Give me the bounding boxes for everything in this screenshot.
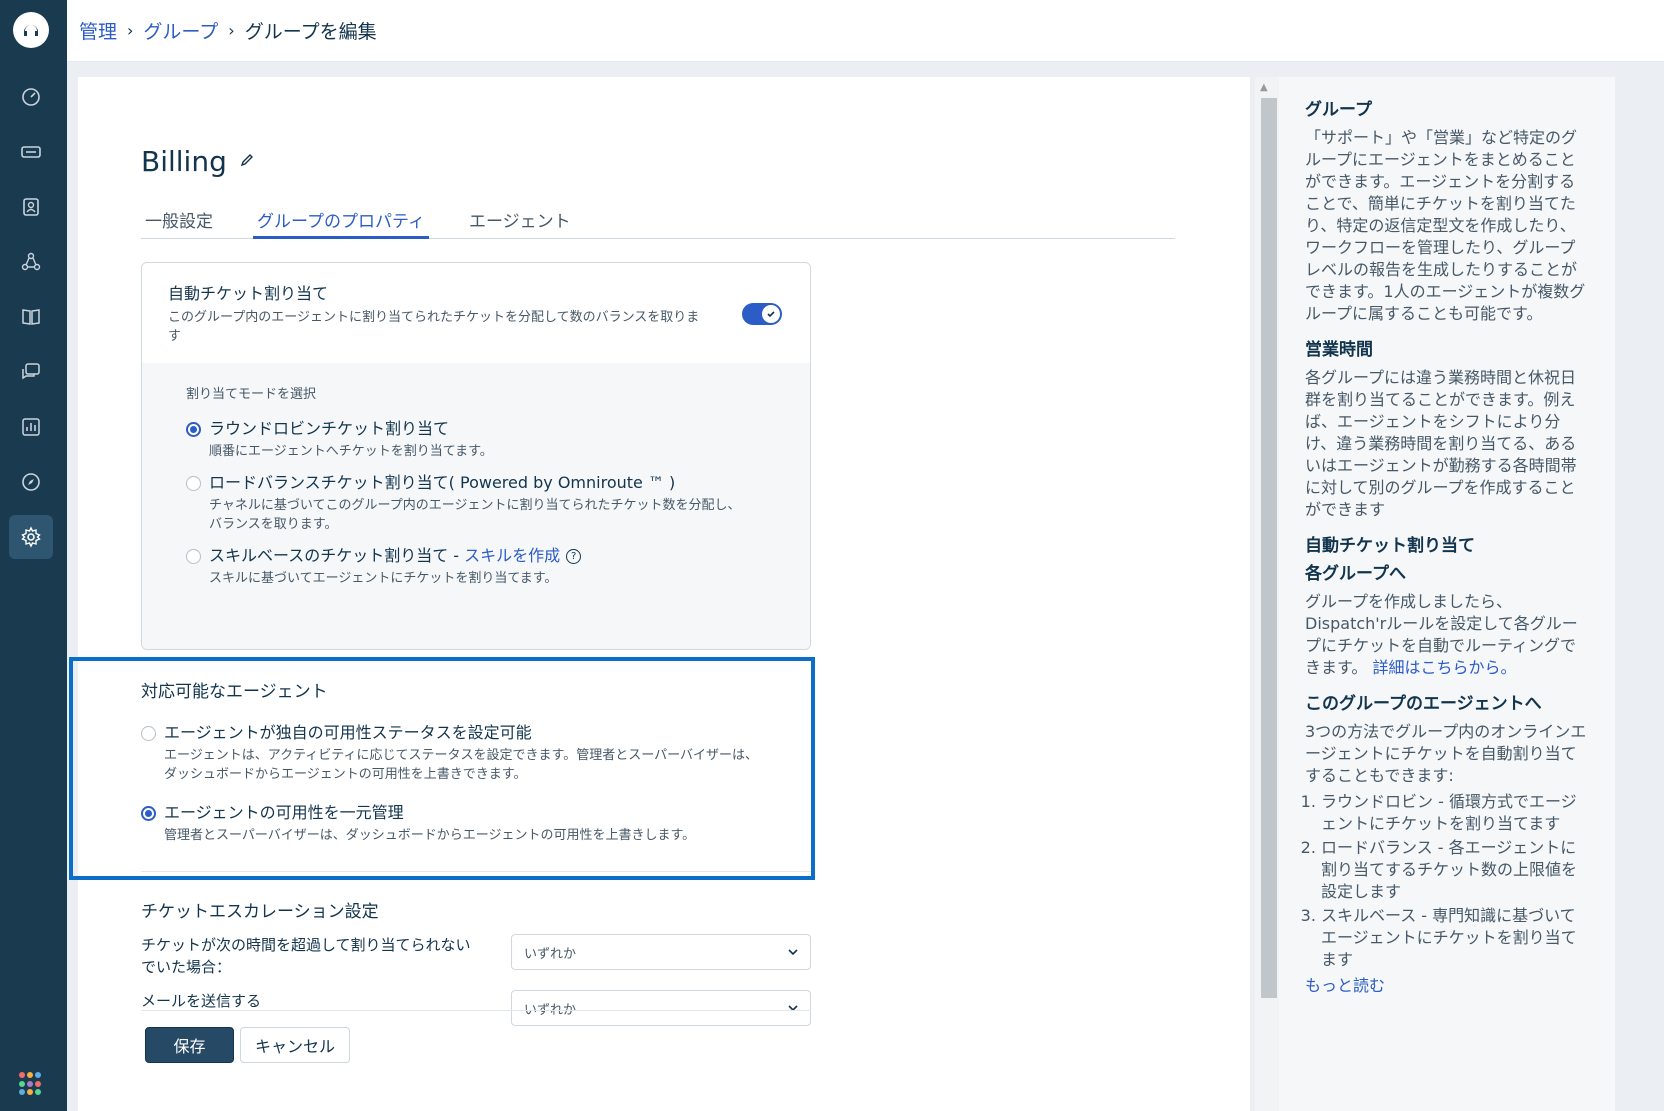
round-robin-label: ラウンドロビンチケット割り当て (209, 419, 450, 438)
chevron-down-icon (788, 945, 798, 960)
auto-assign-description: このグループ内のエージェントに割り当てられたチケットを分配して数のバランスを取り… (168, 310, 700, 344)
logo-icon[interactable] (13, 12, 49, 48)
load-balance-radio[interactable] (186, 476, 201, 491)
tab-agents[interactable]: エージェント (465, 202, 575, 239)
list-item: ロードバランス - 各エージェントに割り当てするチケット数の上限値を設定します (1321, 837, 1589, 903)
create-skill-link[interactable]: スキルを作成 (464, 546, 560, 565)
save-button[interactable]: 保存 (145, 1027, 234, 1063)
main-content: Billing 一般設定 グループのプロパティ エージェント 自動チケット割り当… (78, 77, 1250, 1111)
breadcrumb: 管理 › グループ › グループを編集 (67, 0, 1664, 62)
help-group-title: グループ (1305, 100, 1372, 120)
breadcrumb-groups[interactable]: グループ (143, 17, 218, 44)
pencil-icon[interactable] (239, 152, 255, 172)
tab-general[interactable]: 一般設定 (141, 202, 217, 239)
scroll-up-arrow-icon[interactable]: ▲ (1260, 82, 1268, 93)
help-icon[interactable]: ? (566, 549, 582, 564)
skill-based-label: スキルベースのチケット割り当て - (209, 546, 465, 565)
help-details-link[interactable]: 詳細はこちらから。 (1373, 658, 1517, 677)
help-agents-title: このグループのエージェントへ (1305, 694, 1542, 714)
help-each-group-title: 各グループへ (1305, 564, 1406, 584)
knowledge-base-icon[interactable] (9, 295, 53, 339)
skill-based-desc: スキルに基づいてエージェントにチケットを割り当てます。 (209, 571, 558, 586)
send-email-label: メールを送信する (141, 992, 262, 1010)
help-agents-list: ラウンドロビン - 循環方式でエージェントにチケットを割り当てます ロードバラン… (1305, 791, 1589, 971)
mode-label: 割り当てモードを選択 (186, 387, 317, 402)
reports-icon[interactable] (9, 405, 53, 449)
apps-icon[interactable] (19, 1072, 43, 1096)
form-actions: 保存 キャンセル (145, 1027, 350, 1063)
read-more-link[interactable]: もっと読む (1305, 976, 1385, 995)
groups-icon[interactable] (9, 240, 53, 284)
auto-assign-card: 自動チケット割り当て このグループ内のエージェントに割り当てられたチケットを分配… (141, 262, 811, 650)
help-group-text: 「サポート」や「営業」など特定のグループにエージェントをまとめることができます。… (1305, 128, 1586, 323)
list-item: ラウンドロビン - 循環方式でエージェントにチケットを割り当てます (1321, 791, 1589, 835)
load-balance-desc: チャネルに基づいてこのグループ内のエージェントに割り当てられたチケット数を分配し… (209, 498, 741, 532)
round-robin-option[interactable]: ラウンドロビンチケット割り当て 順番にエージェントへチケットを割り当てます。 (186, 418, 766, 461)
cancel-button[interactable]: キャンセル (240, 1027, 350, 1063)
chevron-right-icon: › (127, 21, 134, 40)
send-email-value: いずれか (524, 1002, 577, 1018)
check-icon (762, 305, 780, 323)
page-title: Billing (141, 145, 227, 178)
help-panel: グループ 「サポート」や「営業」など特定のグループにエージェントをまとめることが… (1279, 77, 1615, 1111)
breadcrumb-current: グループを編集 (244, 21, 377, 43)
load-balance-option[interactable]: ロードバランスチケット割り当て( Powered by Omniroute ™ … (186, 472, 766, 534)
help-each-group-paragraph: グループを作成しましたら、Dispatch'rルールを設定して各グループにチケッ… (1305, 591, 1589, 679)
unassigned-time-select[interactable]: いずれか (511, 934, 811, 970)
breadcrumb-admin[interactable]: 管理 (79, 17, 117, 44)
skill-based-radio[interactable] (186, 549, 201, 564)
help-auto-title: 自動チケット割り当て (1305, 536, 1475, 556)
tickets-icon[interactable] (9, 130, 53, 174)
highlight-box (69, 657, 815, 880)
skill-based-option[interactable]: スキルベースのチケット割り当て - スキルを作成? スキルに基づいてエージェント… (186, 545, 766, 588)
auto-assign-heading: 自動チケット割り当て (168, 284, 329, 303)
send-email-select[interactable]: いずれか (511, 990, 811, 1026)
forums-icon[interactable] (9, 350, 53, 394)
scrollbar-thumb[interactable] (1261, 98, 1277, 998)
load-balance-label: ロードバランスチケット割り当て( Powered by Omniroute ™ … (209, 473, 676, 492)
escalation-heading: チケットエスカレーション設定 (141, 902, 379, 922)
dashboard-icon[interactable] (9, 75, 53, 119)
settings-icon[interactable] (9, 515, 53, 559)
escalation-section: チケットエスカレーション設定 チケットが次の時間を超過して割り当てられないでいた… (141, 897, 811, 1038)
auto-assign-toggle[interactable] (742, 303, 782, 325)
help-agents-text: 3つの方法でグループ内のオンラインエージェントにチケットを自動割り当てすることも… (1305, 722, 1587, 785)
round-robin-desc: 順番にエージェントへチケットを割り当てます。 (209, 444, 493, 459)
list-item: スキルベース - 専門知識に基づいてエージェントにチケットを割り当てます (1321, 905, 1589, 971)
help-hours-text: 各グループには違う業務時間と休祝日群を割り当てることができます。例えば、エージェ… (1305, 368, 1577, 519)
unassigned-time-value: いずれか (524, 946, 577, 962)
discover-icon[interactable] (9, 460, 53, 504)
divider (141, 1010, 811, 1011)
contacts-icon[interactable] (9, 185, 53, 229)
unassigned-time-label: チケットが次の時間を超過して割り当てられないでいた場合： (141, 936, 471, 976)
chevron-right-icon: › (228, 21, 235, 40)
help-hours-title: 営業時間 (1305, 340, 1373, 360)
chevron-down-icon (788, 1001, 798, 1016)
round-robin-radio[interactable] (186, 422, 201, 437)
left-navigation (0, 0, 67, 1111)
tab-group-properties[interactable]: グループのプロパティ (253, 202, 429, 239)
tab-bar: 一般設定 グループのプロパティ エージェント (141, 202, 1175, 239)
